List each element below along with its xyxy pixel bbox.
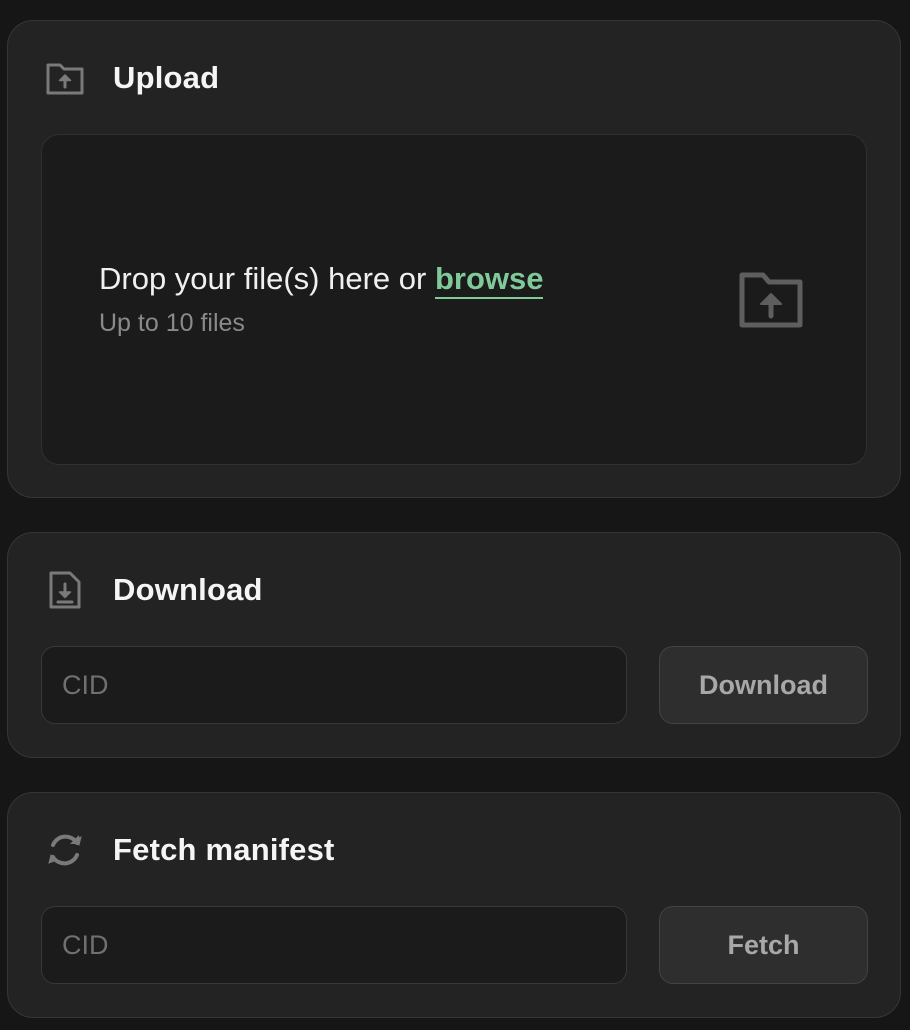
file-download-icon <box>46 571 84 609</box>
download-button[interactable]: Download <box>659 646 868 724</box>
folder-upload-icon <box>739 271 803 329</box>
download-card: Download Download <box>7 532 901 758</box>
download-title: Download <box>113 572 263 607</box>
folder-upload-icon <box>46 59 84 97</box>
fetch-manifest-card: Fetch manifest Fetch <box>7 792 901 1018</box>
fetch-header: Fetch manifest <box>46 830 335 870</box>
upload-title: Upload <box>113 60 220 95</box>
dropzone-prompt: Drop your file(s) here or <box>99 261 435 296</box>
browse-link[interactable]: browse <box>434 261 544 299</box>
upload-card: Upload Drop your file(s) here or browse … <box>7 20 901 498</box>
download-cid-input[interactable] <box>41 646 627 724</box>
refresh-icon <box>46 831 84 869</box>
download-header: Download <box>46 570 263 610</box>
upload-header: Upload <box>46 58 219 98</box>
dropzone-text: Drop your file(s) here or browse <box>99 261 544 299</box>
fetch-button[interactable]: Fetch <box>659 906 868 984</box>
file-dropzone[interactable]: Drop your file(s) here or browse Up to 1… <box>41 134 867 465</box>
fetch-cid-input[interactable] <box>41 906 627 984</box>
fetch-title: Fetch manifest <box>113 832 335 867</box>
dropzone-hint: Up to 10 files <box>99 309 245 337</box>
